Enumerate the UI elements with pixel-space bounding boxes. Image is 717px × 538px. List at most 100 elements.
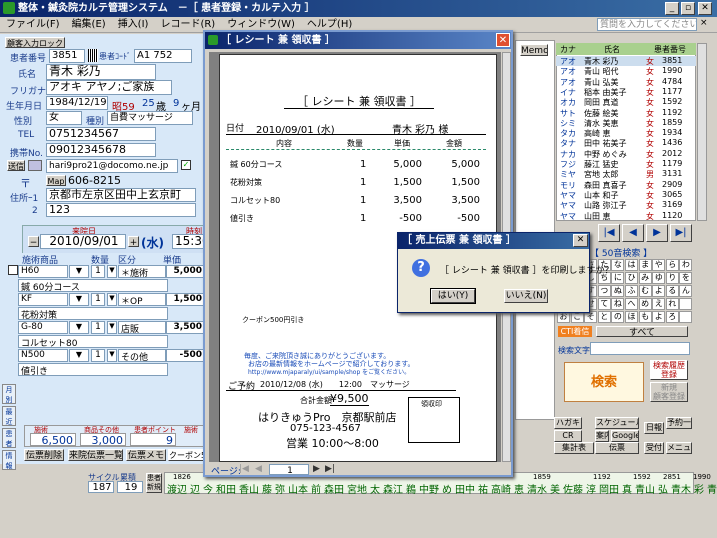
recent-patient-13[interactable]: 鵜 [406,485,416,496]
last-page-button[interactable]: ▶| [325,464,335,474]
mail-icon[interactable] [28,160,42,171]
kana-button-6[interactable]: ま [638,259,652,271]
side-tab-2[interactable]: 患者 [2,428,16,448]
kana-button-17[interactable]: ゆ [652,272,666,284]
order-code-3[interactable]: N500 [18,349,68,362]
toolbar-button-1[interactable]: スケジュール [595,417,639,429]
kana-button-45[interactable]: ほ [625,311,638,323]
order-desc-1[interactable]: 花粉対策 [18,307,168,321]
all-button[interactable]: すべて [596,326,688,337]
order-qty-3[interactable]: 1 [91,349,105,362]
kana-button-19[interactable]: を [679,272,693,284]
patient-list-row[interactable]: イナ 稲本 由美子女 1177 [556,87,696,97]
name-field[interactable]: 青木 彩乃 [46,64,156,80]
patient-list-row[interactable]: ヤマ 山本 和子女 3065 [556,190,696,200]
help-search-input[interactable]: 質問を入力してください [597,18,697,31]
order-qty-dropdown-1[interactable]: ▼ [107,293,117,306]
order-qty-dropdown-0[interactable]: ▼ [107,265,117,278]
code-field[interactable]: A1 752 [134,49,192,63]
recent-patient-20[interactable]: 清水 [527,485,547,496]
furigana-field[interactable]: アオキ アヤノ;ご家族 [46,80,172,95]
order-code-1[interactable]: KF [18,293,68,306]
recent-patient-17[interactable]: 祐 [478,485,488,496]
order-qty-1[interactable]: 1 [91,293,105,306]
order-price-3[interactable]: -500 [166,349,205,362]
memo-label[interactable]: Memo [520,44,548,56]
kana-button-15[interactable]: ひ [625,272,638,284]
recent-patient-15[interactable]: め [442,485,452,496]
order-kind-2[interactable]: 店販 [118,321,166,335]
slip-list-button[interactable]: 来院伝票一覧 [68,449,123,461]
order-code-dropdown-0[interactable]: ▼ [69,265,89,278]
menu-item-2[interactable]: 挿入(I) [112,17,155,33]
recent-patient-25[interactable]: 真 [622,485,632,496]
kana-button-46[interactable]: も [638,311,652,323]
side-tab-0[interactable]: 月別 [2,384,16,404]
kana-button-49[interactable] [679,311,693,323]
order-qty-0[interactable]: 1 [91,265,105,278]
recent-patient-11[interactable]: 太 [370,485,380,496]
mobile-field[interactable]: 09012345678 [46,143,156,157]
kana-button-27[interactable]: よ [652,285,666,297]
patient-list-row[interactable]: タカ 高崎 恵女 1934 [556,128,696,138]
zip-field[interactable]: 606-8215 [68,174,121,187]
slip-memo-button[interactable]: 伝票メモ [126,449,166,461]
recent-patient-28[interactable]: 青木 [671,485,691,496]
recent-patient-24[interactable]: 岡田 [599,485,619,496]
kana-button-28[interactable]: る [665,285,679,297]
patient-list-row[interactable]: ヤマ 山田 恵 女 1120 [556,211,696,221]
recent-patient-22[interactable]: 佐藤 [563,485,583,496]
nav-first-button[interactable]: |◀ [598,224,620,242]
recent-patient-6[interactable]: 弥 [275,485,285,496]
kana-button-39[interactable] [679,298,693,310]
tel-field[interactable]: 0751234567 [46,127,156,141]
time-field[interactable]: 15:30 [172,234,205,249]
toolbar-button-4[interactable]: CR [554,430,582,442]
sex-select[interactable]: 女 [46,111,82,125]
id-field[interactable]: 3851 [49,49,85,63]
order-price-1[interactable]: 1,500 [166,293,205,306]
kana-button-43[interactable]: と [597,311,611,323]
toolbar-button-0[interactable]: ハガキ [554,417,582,429]
kana-button-34[interactable]: ね [611,298,625,310]
recent-patient-26[interactable]: 青山 [635,485,655,496]
order-qty-dropdown-2[interactable]: ▼ [107,321,117,334]
kana-button-47[interactable]: よ [652,311,666,323]
order-price-2[interactable]: 3,500 [166,321,205,334]
order-desc-3[interactable]: 値引き [18,363,168,377]
kana-button-44[interactable]: の [611,311,625,323]
patient-list-row[interactable]: アオ 青木 彩乃女 3851 [556,56,696,66]
nav-next-button[interactable]: ▶ [646,224,668,242]
patient-list-row[interactable]: タナ 田中 祐美子女 1436 [556,138,696,148]
patient-list-row[interactable]: フジ 藤江 猛史女 1179 [556,159,696,169]
delete-slip-button[interactable]: 伝票削除 [24,449,64,461]
kana-button-18[interactable]: り [665,272,679,284]
recent-patient-19[interactable]: 恵 [514,485,524,496]
category-select[interactable]: 自費マッサージ [107,111,193,125]
order-kind-0[interactable]: ＊施術 [118,265,166,279]
nav-last-button[interactable]: ▶| [670,224,692,242]
patient-list-row[interactable]: ヤマ 山路 弥江子女 3169 [556,200,696,210]
yes-button[interactable]: はい(Y) [430,288,476,304]
toolbar-button-2[interactable]: 日報 [644,422,664,434]
patient-list-row[interactable]: オカ 岡田 真道女 1592 [556,97,696,107]
recent-patient-2[interactable]: 今 [203,485,213,496]
recent-patient-18[interactable]: 高崎 [491,485,511,496]
order-kind-1[interactable]: ＊OP [118,293,166,307]
search-history-button[interactable]: 検索履歴 登録 [650,360,688,380]
recent-patient-1[interactable]: 辺 [190,485,200,496]
search-button[interactable]: 検索 [564,362,644,402]
order-code-dropdown-2[interactable]: ▼ [69,321,89,334]
dialog-close-button[interactable]: ✕ [573,234,588,247]
kana-button-8[interactable]: ら [665,259,679,271]
next-page-button[interactable]: ▶ [313,464,320,474]
kana-button-9[interactable]: わ [679,259,693,271]
recent-patient-3[interactable]: 和田 [216,485,236,496]
order-qty-2[interactable]: 1 [91,321,105,334]
toolbar-button-9[interactable]: 受付 [644,442,664,454]
toolbar-button-6[interactable]: Google [611,430,639,442]
patient-list-row[interactable]: シミ 清水 美恵女 1859 [556,118,696,128]
order-kind-3[interactable]: その他 [118,349,166,363]
help-close-icon[interactable]: × [700,18,708,28]
recent-patient-7[interactable]: 山本 [288,485,308,496]
